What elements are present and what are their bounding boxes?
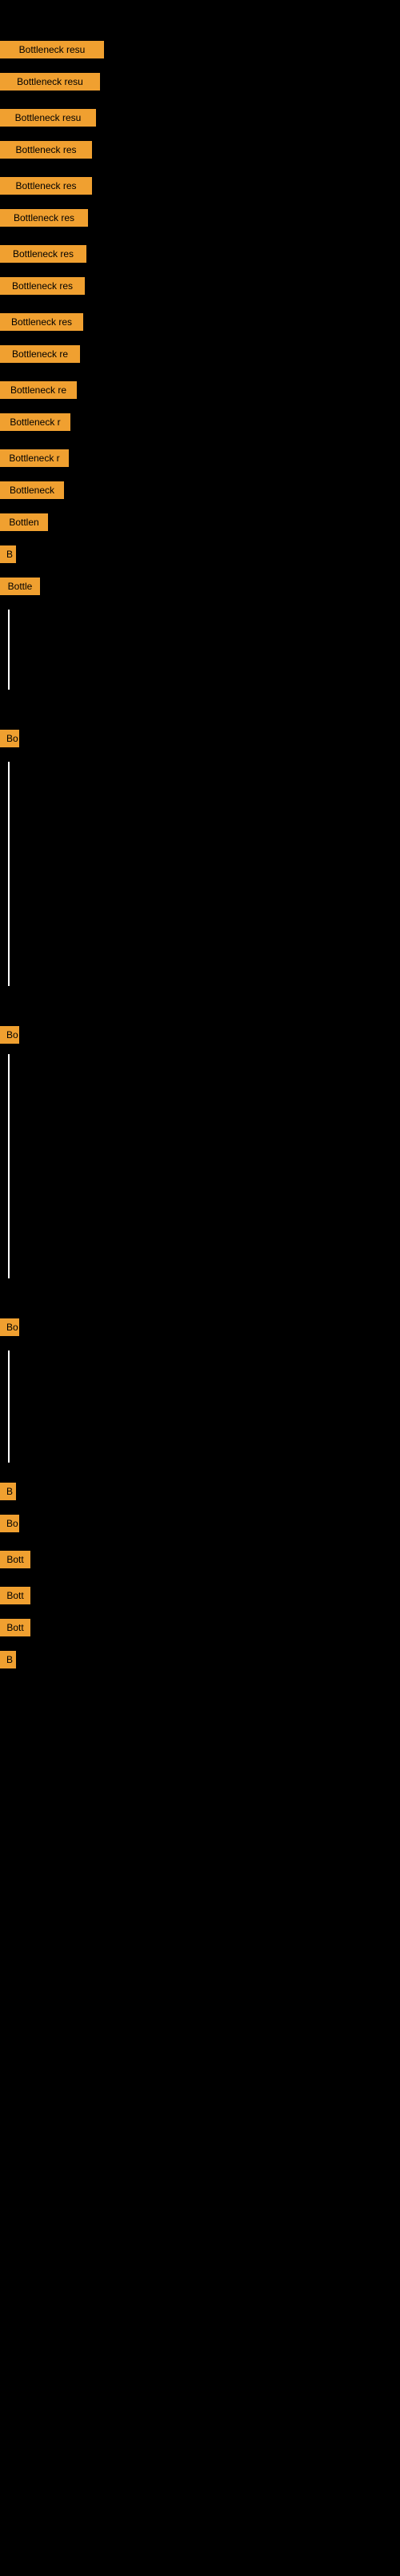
bottleneck-button-btn25[interactable]: Bott: [0, 1619, 30, 1636]
bottleneck-button-btn24[interactable]: Bott: [0, 1587, 30, 1604]
bottleneck-button-btn12[interactable]: Bottleneck r: [0, 413, 70, 431]
bottleneck-button-btn10[interactable]: Bottleneck re: [0, 345, 80, 363]
vertical-line-1: [8, 762, 10, 986]
bottleneck-button-btn15[interactable]: Bottlen: [0, 513, 48, 531]
bottleneck-button-btn22[interactable]: Bo: [0, 1515, 19, 1532]
bottleneck-button-btn1[interactable]: Bottleneck resu: [0, 41, 104, 58]
site-title: [0, 0, 400, 13]
bottleneck-button-btn13[interactable]: Bottleneck r: [0, 449, 69, 467]
bottleneck-button-btn9[interactable]: Bottleneck res: [0, 313, 83, 331]
bottleneck-button-btn20[interactable]: Bo: [0, 1318, 19, 1336]
bottleneck-button-btn21[interactable]: B: [0, 1483, 16, 1500]
bottleneck-button-btn18[interactable]: Bo: [0, 730, 19, 747]
bottleneck-button-btn11[interactable]: Bottleneck re: [0, 381, 77, 399]
vertical-line-2: [8, 1054, 10, 1278]
bottleneck-button-btn3[interactable]: Bottleneck resu: [0, 109, 96, 127]
bottleneck-button-btn7[interactable]: Bottleneck res: [0, 245, 86, 263]
bottleneck-button-btn19[interactable]: Bo: [0, 1026, 19, 1044]
bottleneck-button-btn8[interactable]: Bottleneck res: [0, 277, 85, 295]
content-area: Bottleneck resu Bottleneck resu Bottleneck…: [0, 13, 400, 2576]
bottleneck-button-btn17[interactable]: Bottle: [0, 578, 40, 595]
vertical-line-0: [8, 610, 10, 690]
vertical-line-3: [8, 1350, 10, 1463]
bottleneck-button-btn14[interactable]: Bottleneck: [0, 481, 64, 499]
bottleneck-button-btn5[interactable]: Bottleneck res: [0, 177, 92, 195]
bottleneck-button-btn26[interactable]: B: [0, 1651, 16, 1668]
bottleneck-button-btn16[interactable]: B: [0, 545, 16, 563]
bottleneck-button-btn2[interactable]: Bottleneck resu: [0, 73, 100, 91]
bottleneck-button-btn23[interactable]: Bott: [0, 1551, 30, 1568]
bottleneck-button-btn4[interactable]: Bottleneck res: [0, 141, 92, 159]
bottleneck-button-btn6[interactable]: Bottleneck res: [0, 209, 88, 227]
